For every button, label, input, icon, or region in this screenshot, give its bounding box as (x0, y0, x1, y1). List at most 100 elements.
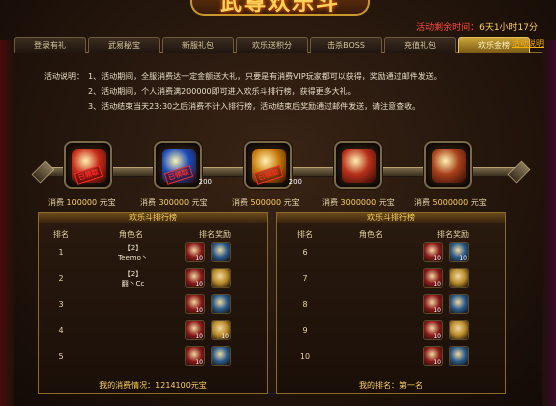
reward-item-icon[interactable]: 10 (423, 242, 443, 262)
reward-item-icon[interactable] (211, 346, 231, 366)
tier-amount: 500000 (250, 198, 282, 207)
tab-recharge-pack[interactable]: 充值礼包 (384, 37, 456, 53)
my-spending: 我的消费情况：1214100元宝 (99, 381, 207, 390)
tier-unit: 元宝 (189, 198, 208, 207)
leaderboard-row: 9 10 (277, 319, 505, 343)
reward-quantity: 10 (195, 255, 203, 262)
rule-line: 1、活动期间，全服消费达一定金额送大礼，只要是有消费VIP玩家都可以获得，奖励通… (88, 72, 442, 81)
tab-new-server-pack[interactable]: 新服礼包 (162, 37, 234, 53)
reward-item-icon[interactable] (449, 294, 469, 314)
reward-item-icon[interactable] (449, 346, 469, 366)
column-headers: 排名 角色名 排名奖励 (277, 223, 505, 239)
treasure-chest-icon (342, 149, 376, 183)
tab-bar: 登录有礼 武易秘宝 新服礼包 欢乐送积分 击杀BOSS 充值礼包 欢乐金榜 (14, 37, 542, 53)
reward-item-icon[interactable]: 10 (423, 320, 443, 340)
tier-prefix: 消费 (414, 198, 433, 207)
reward-item-icon[interactable]: 10 (185, 268, 205, 288)
tier-unit: 元宝 (281, 198, 300, 207)
tier-prefix: 消费 (322, 198, 341, 207)
reward-item-icon[interactable] (211, 242, 231, 262)
rank-number: 2 (58, 274, 64, 283)
treasure-chest-icon (432, 149, 466, 183)
item-count: 200 (288, 178, 302, 186)
leaderboard-row: 7 10 (277, 267, 505, 291)
reward-item-icon[interactable]: 10 (185, 320, 205, 340)
reward-tier-item[interactable]: 已领取 (64, 141, 112, 189)
tier-prefix: 消费 (232, 198, 251, 207)
rule-line: 2、活动期间，个人消费满200000即可进入欢乐斗排行榜，获得更多大礼。 (88, 87, 356, 96)
player-name: 【2】 翻丶Cc (121, 270, 145, 288)
reward-quantity: 10 (195, 307, 203, 314)
rank-number: 4 (58, 326, 64, 335)
reward-item-icon[interactable] (449, 268, 469, 288)
tier-unit: 元宝 (468, 198, 487, 207)
col-reward: 排名奖励 (199, 230, 231, 239)
reward-tier-item[interactable] (424, 141, 472, 189)
col-rank: 排名 (297, 230, 313, 239)
rank-number: 8 (302, 300, 308, 309)
page-title: 武尊欢乐斗 (219, 0, 340, 16)
tier-amount: 5000000 (432, 198, 469, 207)
leaderboard-row: 4 10 10 (39, 319, 267, 343)
event-info-link[interactable]: 活动说明 (512, 38, 544, 49)
tier-threshold: 消费 5000000 元宝 (414, 197, 487, 208)
reward-item-icon[interactable] (211, 268, 231, 288)
reward-item-icon[interactable]: 10 (423, 294, 443, 314)
reward-item-icon[interactable]: 10 (185, 294, 205, 314)
tier-threshold: 消费 100000 元宝 (48, 197, 116, 208)
leaderboard-row: 5 10 (39, 345, 267, 369)
reward-tier-item[interactable]: 已领取 200 (154, 141, 212, 189)
reward-item-icon[interactable]: 10 (423, 346, 443, 366)
countdown-label: 活动剩余时间： (416, 23, 480, 33)
reward-item-icon[interactable]: 10 (185, 346, 205, 366)
col-name: 角色名 (359, 230, 383, 239)
reward-item-icon[interactable]: 10 (185, 242, 205, 262)
player-name: 【2】 Teemo丶 (118, 244, 148, 262)
tab-login-gift[interactable]: 登录有礼 (14, 37, 86, 53)
countdown: 活动剩余时间：6天1小时17分 (416, 20, 538, 33)
track-end-right (507, 160, 531, 184)
column-headers: 排名 角色名 排名奖励 (39, 223, 267, 239)
leaderboard-row: 10 10 (277, 345, 505, 369)
reward-quantity: 10 (433, 255, 441, 262)
reward-item-icon[interactable] (211, 294, 231, 314)
rank-number: 10 (299, 352, 311, 361)
reward-quantity: 10 (459, 255, 467, 262)
tab-secret-treasure[interactable]: 武易秘宝 (88, 37, 160, 53)
tier-unit: 元宝 (376, 198, 395, 207)
leaderboard-row: 8 10 (277, 293, 505, 317)
title-banner: 武尊欢乐斗 (190, 0, 370, 16)
rank-number: 3 (58, 300, 64, 309)
rank-number: 6 (302, 248, 308, 257)
leaderboard-panel-right: 欢乐斗排行榜 排名 角色名 排名奖励 6 10 10 7 10 8 10 9 10 10 10 我的… (276, 212, 506, 394)
tier-threshold: 消费 300000 元宝 (140, 197, 208, 208)
tier-prefix: 消费 (48, 198, 67, 207)
panel-title: 欢乐斗排行榜 (277, 213, 505, 223)
reward-tier-item[interactable]: 已领取 200 (244, 141, 302, 189)
tier-prefix: 消费 (140, 198, 159, 207)
tier-amount: 100000 (66, 198, 98, 207)
rules-lead: 活动说明： (44, 72, 84, 81)
tab-kill-boss[interactable]: 击杀BOSS (310, 37, 382, 53)
col-rank: 排名 (53, 230, 69, 239)
panel-title: 欢乐斗排行榜 (39, 213, 267, 223)
reward-quantity: 10 (433, 281, 441, 288)
rule-line: 3、活动结束当天23:30之后消费不计入排行榜，活动结束后奖励通过邮件发送，请注… (88, 102, 421, 111)
leaderboard-row: 1 【2】 Teemo丶 10 (39, 241, 267, 265)
countdown-value: 6天1小时17分 (479, 23, 538, 33)
event-window: 武尊欢乐斗 活动剩余时间：6天1小时17分 登录有礼 武易秘宝 新服礼包 欢乐送… (0, 0, 556, 406)
tier-threshold: 消费 3000000 元宝 (322, 197, 395, 208)
tab-points[interactable]: 欢乐送积分 (236, 37, 308, 53)
track-end-left (31, 160, 55, 184)
leaderboard-row: 3 10 (39, 293, 267, 317)
reward-quantity: 10 (221, 333, 229, 340)
reward-item-icon[interactable]: 10 (423, 268, 443, 288)
reward-tier-item[interactable] (334, 141, 382, 189)
right-ornament (542, 40, 556, 406)
tier-amount: 300000 (158, 198, 190, 207)
col-name: 角色名 (119, 230, 143, 239)
reward-item-icon[interactable]: 10 (449, 242, 469, 262)
reward-item-icon[interactable]: 10 (211, 320, 231, 340)
reward-item-icon[interactable] (449, 320, 469, 340)
rules-text: 活动说明： 1、活动期间，全服消费达一定金额送大礼，只要是有消费VIP玩家都可以获… (44, 69, 524, 114)
